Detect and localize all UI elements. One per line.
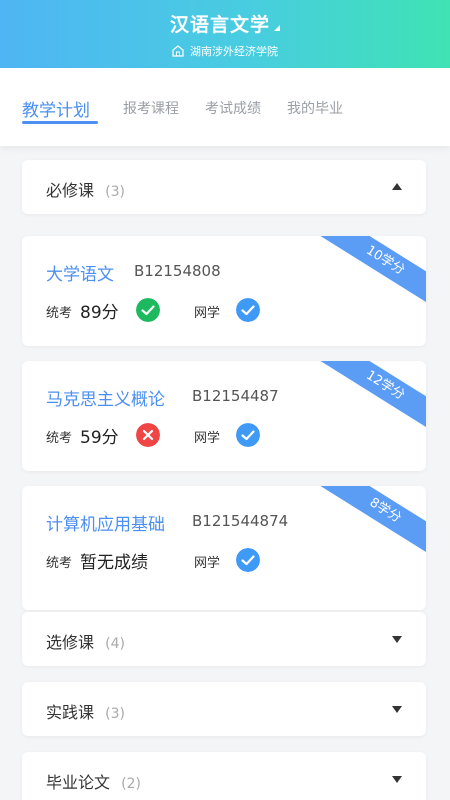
- tab-registered-courses[interactable]: 报考课程: [123, 98, 179, 118]
- course-name[interactable]: 马克思主义概论: [46, 385, 165, 410]
- exam-score: 89分: [80, 303, 119, 323]
- collapse-arrow-icon[interactable]: [392, 183, 402, 190]
- major-selector[interactable]: 汉语言文学: [0, 10, 450, 37]
- net-study-check-icon: [236, 423, 260, 447]
- section-elective-count: (4): [105, 636, 125, 652]
- tab-bar: 教学计划 报考课程 考试成绩 我的毕业: [0, 68, 450, 146]
- school-row: 湖南涉外经济学院: [0, 43, 450, 59]
- net-study-label: 网学: [194, 306, 221, 321]
- exam-label: 统考: [46, 306, 73, 321]
- net-study-check-icon: [236, 548, 260, 572]
- course-card[interactable]: 计算机应用基础 B121544874 统考 暂无成绩 网学 8学分: [22, 486, 426, 610]
- course-card[interactable]: 大学语文 B12154808 统考 89分 网学 10学分: [22, 236, 426, 346]
- school-icon: [172, 45, 184, 57]
- section-elective-label: 选修课: [46, 633, 95, 652]
- app-header: 汉语言文学 湖南涉外经济学院: [0, 0, 450, 68]
- expand-arrow-icon[interactable]: [392, 636, 402, 643]
- section-required[interactable]: 必修课 (3): [22, 160, 426, 214]
- section-required-count: (3): [105, 184, 125, 200]
- school-name: 湖南涉外经济学院: [190, 45, 278, 58]
- credits-ribbon: 10学分: [314, 236, 426, 312]
- course-card[interactable]: 马克思主义概论 B12154487 统考 59分 网学 12学分: [22, 361, 426, 471]
- major-title[interactable]: 汉语言文学: [170, 10, 270, 37]
- course-code: B12154808: [134, 262, 221, 280]
- course-code: B121544874: [192, 512, 289, 530]
- tab-exam-scores[interactable]: 考试成绩: [205, 98, 261, 118]
- net-study-label: 网学: [194, 556, 221, 571]
- fail-cross-icon: [136, 423, 160, 447]
- expand-arrow-icon[interactable]: [392, 706, 402, 713]
- course-name[interactable]: 计算机应用基础: [46, 510, 165, 535]
- tab-teaching-plan[interactable]: 教学计划: [22, 96, 90, 121]
- exam-score: 暂无成绩: [80, 553, 148, 573]
- section-thesis-count: (2): [121, 776, 141, 792]
- section-thesis-label: 毕业论文: [46, 773, 111, 792]
- dropdown-caret-icon[interactable]: [274, 24, 280, 31]
- section-practice-count: (3): [105, 706, 125, 722]
- section-thesis[interactable]: 毕业论文 (2): [22, 752, 426, 800]
- credits-ribbon: 8学分: [314, 486, 426, 562]
- section-required-label: 必修课: [46, 181, 95, 200]
- section-practice-label: 实践课: [46, 703, 95, 722]
- net-study-check-icon: [236, 298, 260, 322]
- exam-label: 统考: [46, 556, 73, 571]
- section-elective[interactable]: 选修课 (4): [22, 612, 426, 666]
- exam-score: 59分: [80, 428, 119, 448]
- section-practice[interactable]: 实践课 (3): [22, 682, 426, 736]
- course-name[interactable]: 大学语文: [46, 260, 114, 285]
- course-code: B12154487: [192, 387, 279, 405]
- credits-ribbon: 12学分: [314, 361, 426, 437]
- tab-my-graduation[interactable]: 我的毕业: [287, 98, 343, 118]
- active-tab-indicator: [22, 121, 98, 124]
- pass-check-icon: [136, 298, 160, 322]
- exam-label: 统考: [46, 431, 73, 446]
- net-study-label: 网学: [194, 431, 221, 446]
- expand-arrow-icon[interactable]: [392, 776, 402, 783]
